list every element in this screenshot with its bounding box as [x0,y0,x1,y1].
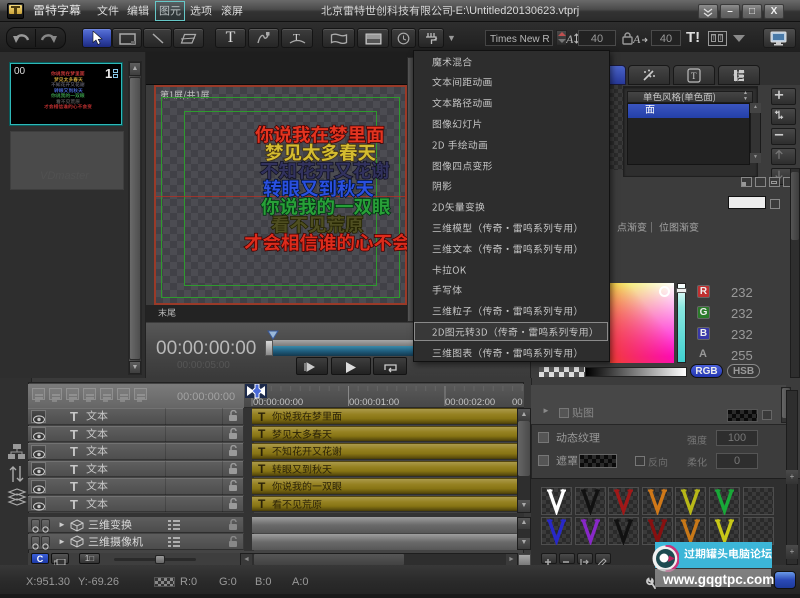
svg-text:T: T [691,71,697,81]
svg-text:T: T [293,32,300,44]
svg-text:A: A [633,32,641,45]
svg-text:A: A [566,32,574,45]
